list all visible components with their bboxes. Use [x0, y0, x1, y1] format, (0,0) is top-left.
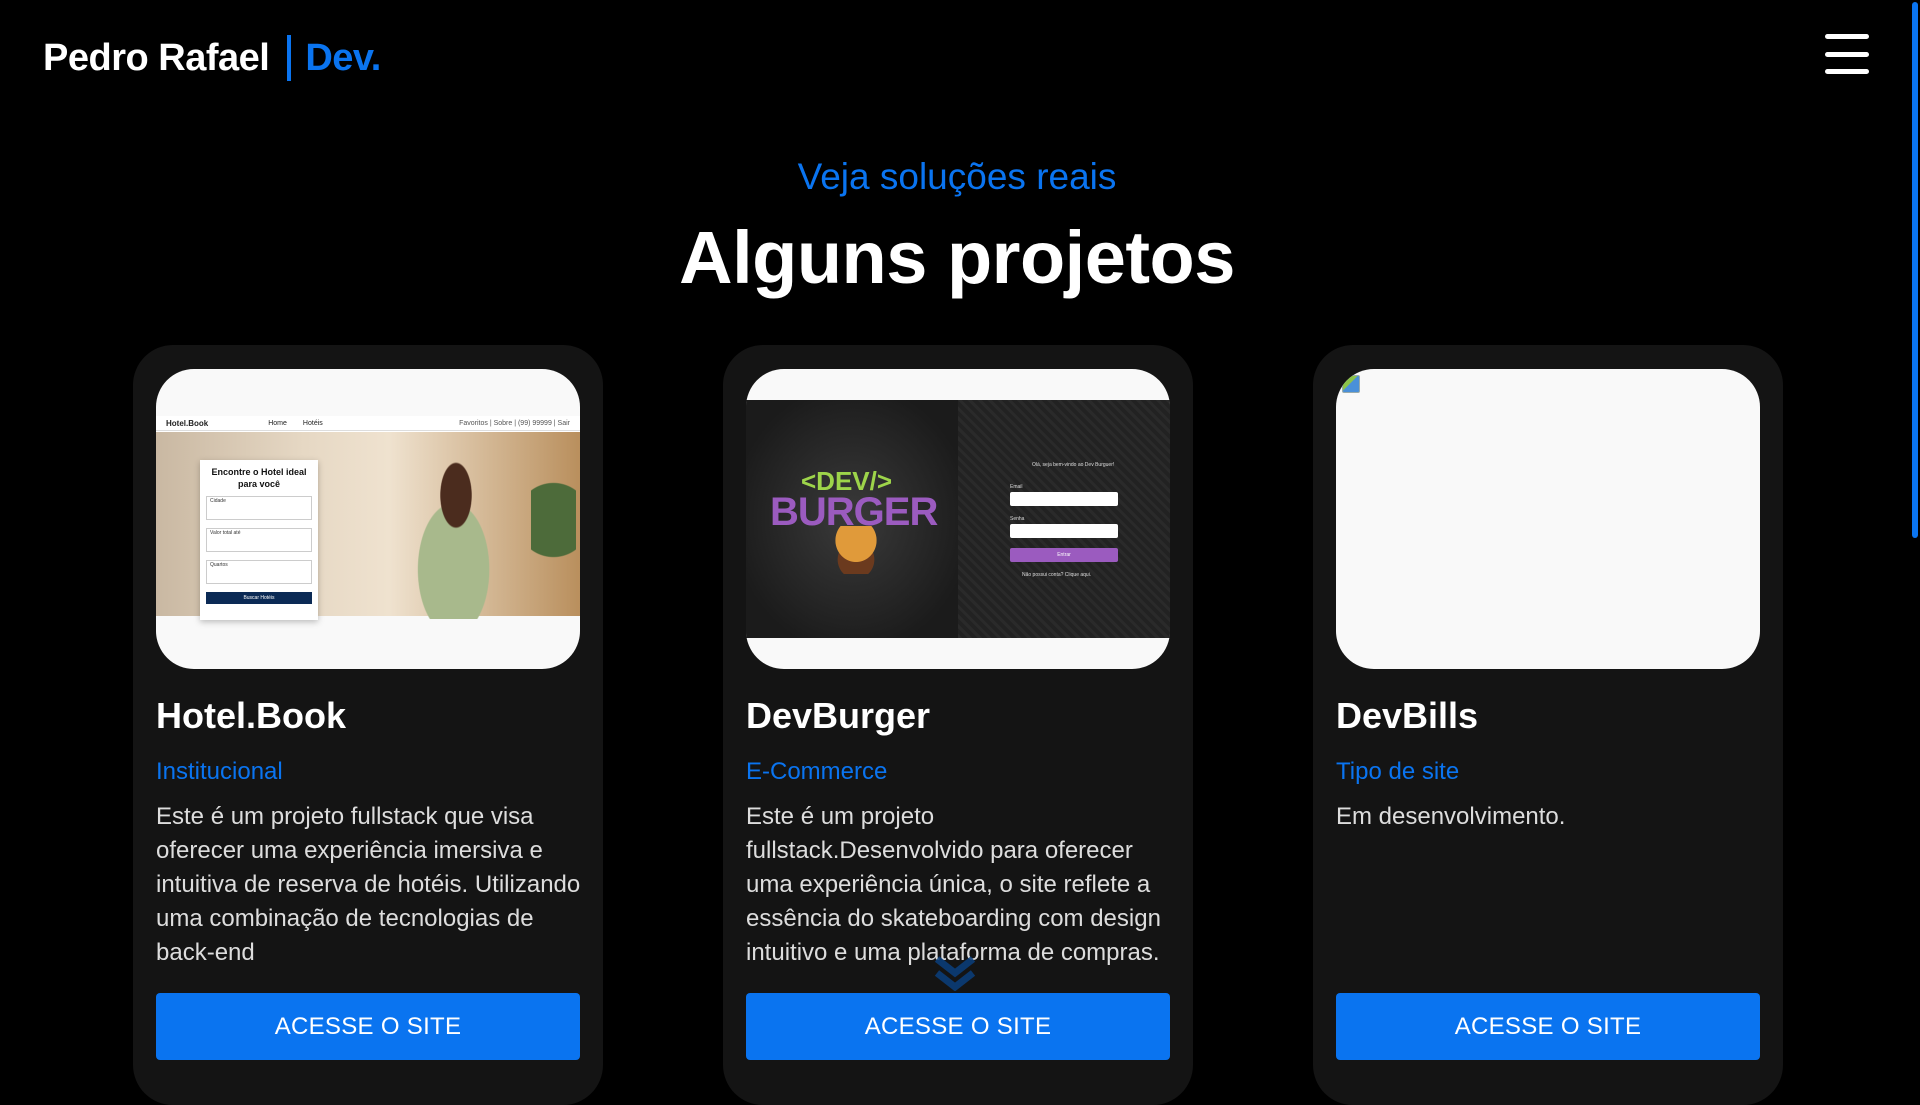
screenshot-nav-link: Hotéis: [302, 419, 323, 427]
screenshot-footer-text: Não possui conta? Clique aqui.: [1022, 572, 1092, 578]
visit-site-button[interactable]: ACESSE O SITE: [746, 993, 1170, 1060]
screenshot-email-input: [1010, 492, 1118, 506]
devburger-login-panel: Olá, seja bem-vindo ao Dev Burguer! Emai…: [958, 400, 1170, 638]
hamburger-menu-icon[interactable]: [1825, 34, 1869, 74]
visit-site-button[interactable]: ACESSE O SITE: [1336, 993, 1760, 1060]
project-title: Hotel.Book: [156, 695, 347, 736]
screenshot-field: Valor total até: [206, 528, 312, 552]
screenshot-search-form: Encontre o Hotel ideal para você Cidade …: [200, 460, 318, 620]
project-description: Este é um projeto fullstack.Desenvolvido…: [746, 803, 1161, 966]
section-subtitle: Veja soluções reais: [797, 156, 1117, 197]
project-card-devbills: DevBills Tipo de site Em desenvolvimento…: [1313, 345, 1783, 1105]
screenshot-email-label: Email: [1010, 484, 1023, 490]
site-logo[interactable]: Pedro Rafael Dev.: [43, 34, 381, 82]
screenshot-nav-right: Favoritos | Sobre | (99) 99999 | Sair: [459, 419, 570, 427]
screenshot-login-button: Entrar: [1010, 548, 1118, 562]
devburger-logo-panel: <DEV/> BURGER: [746, 400, 958, 638]
logo-suffix: Dev.: [305, 36, 381, 79]
logo-divider: [287, 35, 292, 81]
projects-heading: Veja soluções reais Alguns projetos: [0, 150, 1914, 306]
project-card-devburger: <DEV/> BURGER Olá, seja bem-vindo ao Dev…: [723, 345, 1193, 1105]
project-description: Em desenvolvimento.: [1336, 803, 1566, 830]
visit-site-button[interactable]: ACESSE O SITE: [156, 993, 580, 1060]
project-description: Este é um projeto fullstack que visa ofe…: [156, 803, 581, 966]
logo-name: Pedro Rafael: [43, 36, 270, 79]
screenshot-form-title: Encontre o Hotel ideal para você: [211, 467, 307, 489]
screenshot-nav-link: Home: [268, 419, 287, 427]
screenshot-brand: Hotel.Book: [166, 418, 209, 428]
project-title: DevBills: [1336, 695, 1479, 736]
screenshot-password-input: [1010, 524, 1118, 538]
project-type: E-Commerce: [746, 758, 888, 785]
screenshot-password-label: Senha: [1010, 516, 1025, 522]
broken-image-icon: [1342, 375, 1360, 393]
screenshot-field: Cidade: [206, 496, 312, 520]
burger-icon: [824, 526, 888, 574]
project-title: DevBurger: [746, 695, 931, 736]
screenshot-welcome: Olá, seja bem-vindo ao Dev Burguer!: [1032, 462, 1115, 468]
project-type: Institucional: [156, 758, 283, 785]
section-title: Alguns projetos: [679, 216, 1235, 299]
site-header: Pedro Rafael Dev.: [0, 0, 1920, 115]
project-type: Tipo de site: [1336, 758, 1460, 785]
project-screenshot: [1336, 369, 1760, 669]
screenshot-field: Quartos: [206, 560, 312, 584]
project-screenshot: <DEV/> BURGER Olá, seja bem-vindo ao Dev…: [746, 369, 1170, 669]
scroll-down-chevron-icon[interactable]: [933, 955, 977, 991]
project-card-hotelbook: Hotel.Book Home Hotéis Favoritos | Sobre…: [133, 345, 603, 1105]
hotel-photo: Encontre o Hotel ideal para você Cidade …: [156, 432, 580, 622]
screenshot-button: Buscar Hotéis: [206, 592, 312, 604]
project-screenshot: Hotel.Book Home Hotéis Favoritos | Sobre…: [156, 369, 580, 669]
